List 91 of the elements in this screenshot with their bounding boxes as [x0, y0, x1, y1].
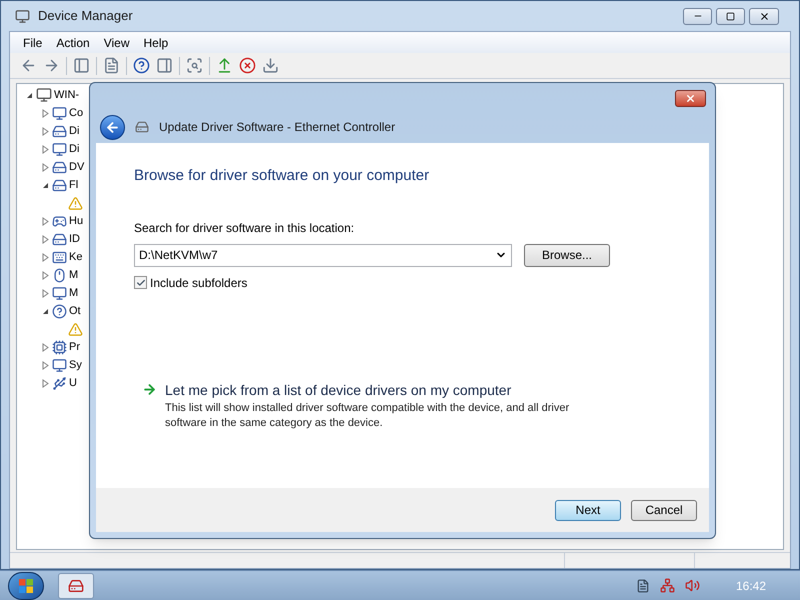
start-button[interactable] — [8, 572, 44, 600]
drive-icon — [52, 160, 67, 174]
monitor-icon — [52, 142, 67, 156]
drive-icon — [52, 232, 67, 246]
expand-arrow-icon[interactable] — [42, 378, 49, 388]
taskbar-button[interactable] — [58, 572, 94, 598]
tree-item[interactable]: DV — [69, 158, 84, 176]
windows-logo-icon — [18, 578, 34, 594]
document-icon[interactable] — [103, 57, 120, 74]
monitor-icon — [52, 106, 67, 120]
expand-arrow-icon[interactable] — [42, 288, 49, 298]
tree-item[interactable]: U — [69, 374, 77, 392]
location-combobox[interactable]: D:\NetKVM\w7 — [134, 244, 512, 266]
maximize-icon — [726, 12, 735, 20]
warning-icon — [68, 196, 83, 210]
collapse-arrow-icon[interactable] — [42, 308, 49, 314]
drive-icon — [52, 178, 67, 192]
collapse-arrow-icon[interactable] — [26, 92, 33, 98]
tree-item[interactable]: Di — [69, 122, 80, 140]
tree-item[interactable]: Ot — [69, 302, 81, 320]
tree-item[interactable]: Fl — [69, 176, 78, 194]
network-adapter-icon — [135, 120, 149, 134]
location-label: Search for driver software in this location: — [134, 220, 356, 236]
download-icon[interactable] — [262, 57, 279, 74]
warning-icon — [68, 322, 83, 336]
tree-item[interactable]: Di — [69, 140, 80, 158]
monitor-icon — [52, 286, 67, 300]
close-icon — [758, 10, 770, 22]
tree-item[interactable]: ID — [69, 230, 80, 248]
tree-item[interactable]: M — [69, 266, 78, 284]
usb-icon — [52, 376, 67, 390]
tree-item[interactable]: Co — [69, 104, 84, 122]
panel-icon[interactable] — [73, 57, 90, 74]
panel-icon[interactable] — [156, 57, 173, 74]
expand-arrow-icon[interactable] — [42, 252, 49, 262]
menu-item[interactable]: Help — [144, 34, 168, 52]
back-button[interactable] — [100, 114, 125, 140]
close-button[interactable] — [749, 8, 779, 24]
tree-item[interactable]: Ke — [69, 248, 82, 266]
menu-item[interactable]: Action — [56, 34, 90, 52]
tree-item[interactable]: M — [69, 284, 78, 302]
close-icon — [685, 93, 696, 104]
back-arrow-icon[interactable] — [20, 57, 37, 74]
computer-icon — [36, 87, 52, 103]
forward-arrow-icon[interactable] — [43, 57, 60, 74]
remove-icon[interactable] — [239, 57, 256, 74]
tree-item[interactable]: Pr — [69, 338, 80, 356]
dialog-title: Update Driver Software - Ethernet Controller — [159, 119, 396, 136]
question-icon — [52, 304, 67, 318]
expand-arrow-icon[interactable] — [42, 216, 49, 226]
mouse-icon — [52, 268, 67, 282]
tree-item[interactable]: Sy — [69, 356, 82, 374]
expand-arrow-icon[interactable] — [42, 162, 49, 172]
expand-arrow-icon[interactable] — [42, 234, 49, 244]
expand-arrow-icon[interactable] — [42, 144, 49, 154]
option-description: This list will show installed driver software compatible with the device, and all driver software in the same category as the device. — [165, 400, 570, 430]
next-button[interactable]: Next — [555, 500, 621, 520]
page-heading: Browse for driver software on your computer — [134, 166, 430, 186]
browse-button[interactable]: Browse... — [524, 244, 610, 266]
keyboard-icon — [52, 250, 67, 264]
checkbox[interactable] — [134, 276, 147, 289]
expand-arrow-icon[interactable] — [42, 360, 49, 370]
document-icon[interactable] — [636, 578, 650, 592]
arrow-icon — [142, 382, 157, 396]
gamepad-icon — [52, 214, 67, 228]
window-title: Device Manager — [38, 7, 133, 26]
expand-arrow-icon[interactable] — [42, 108, 49, 118]
tree-item[interactable]: Hu — [69, 212, 84, 230]
cancel-button[interactable]: Cancel — [631, 500, 697, 520]
monitor-icon — [52, 358, 67, 372]
expand-arrow-icon[interactable] — [42, 270, 49, 280]
clock: 16:42 — [736, 578, 766, 594]
menu-item[interactable]: File — [23, 34, 42, 52]
device-manager-icon — [68, 578, 84, 594]
menu-item[interactable]: View — [104, 34, 130, 52]
drive-icon — [52, 124, 67, 138]
scan-icon[interactable] — [186, 57, 203, 74]
close-button[interactable] — [675, 90, 706, 107]
collapse-arrow-icon[interactable] — [42, 182, 49, 188]
tree-item[interactable]: WIN- — [54, 86, 80, 104]
minimize-button[interactable] — [683, 8, 712, 24]
option-link[interactable]: Let me pick from a list of device drivers on my computer — [165, 380, 610, 400]
chip-icon — [52, 340, 67, 354]
help-icon[interactable] — [133, 57, 150, 74]
maximize-button[interactable] — [716, 8, 745, 24]
app-icon — [15, 8, 30, 24]
checkbox-label: Include subfolders — [150, 274, 248, 292]
mute-speaker-icon[interactable] — [684, 578, 700, 593]
network-icon[interactable] — [660, 578, 675, 593]
expand-arrow-icon[interactable] — [42, 342, 49, 352]
expand-arrow-icon[interactable] — [42, 126, 49, 136]
